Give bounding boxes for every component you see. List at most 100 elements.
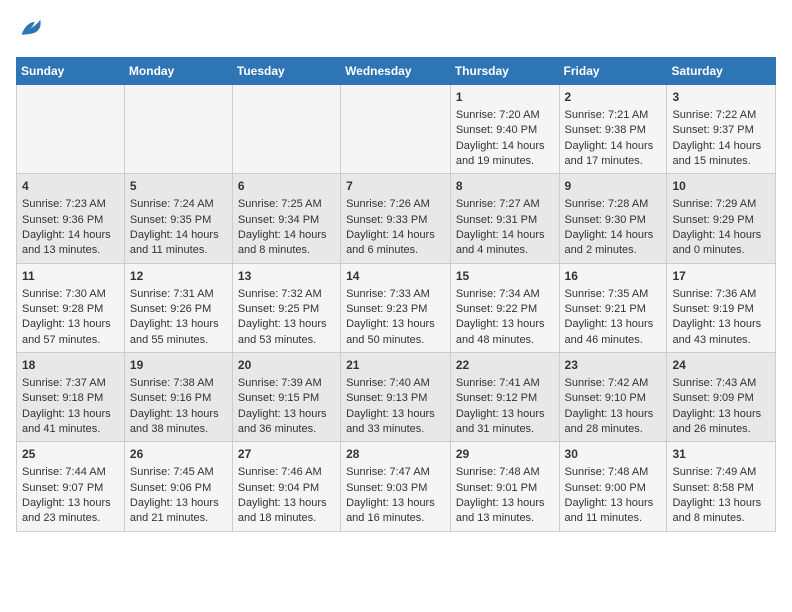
day-info: Sunrise: 7:43 AM Sunset: 9:09 PM Dayligh… (672, 377, 761, 435)
day-info: Sunrise: 7:25 AM Sunset: 9:34 PM Dayligh… (238, 198, 327, 256)
calendar-cell: 12Sunrise: 7:31 AM Sunset: 9:26 PM Dayli… (124, 263, 232, 352)
day-info: Sunrise: 7:36 AM Sunset: 9:19 PM Dayligh… (672, 288, 761, 346)
column-header-monday: Monday (124, 58, 232, 85)
calendar-cell: 9 Sunrise: 7:28 AM Sunset: 9:30 PM Daylig… (559, 174, 667, 263)
day-number: 19 (130, 357, 227, 374)
day-number: 8 (456, 178, 554, 195)
day-info: Sunrise: 7:28 AM Sunset: 9:30 PM Dayligh… (565, 198, 654, 256)
day-number: 25 (22, 446, 119, 463)
calendar-cell: 18 Sunrise: 7:37 AM Sunset: 9:18 PM Dayli… (17, 353, 125, 442)
logo (16, 16, 48, 49)
calendar-cell: 11Sunrise: 7:30 AM Sunset: 9:28 PM Dayli… (17, 263, 125, 352)
day-info: Sunrise: 7:34 AM Sunset: 9:22 PM Dayligh… (456, 288, 545, 346)
day-info: Sunrise: 7:48 AM Sunset: 9:00 PM Dayligh… (565, 466, 654, 524)
day-info: Sunrise: 7:30 AM Sunset: 9:28 PM Dayligh… (22, 288, 111, 346)
calendar-week-row: 18 Sunrise: 7:37 AM Sunset: 9:18 PM Dayli… (17, 353, 776, 442)
column-header-tuesday: Tuesday (232, 58, 340, 85)
calendar-cell: 21Sunrise: 7:40 AM Sunset: 9:13 PM Dayli… (341, 353, 451, 442)
day-info: Sunrise: 7:20 AM Sunset: 9:40 PM Dayligh… (456, 109, 545, 167)
page-header (16, 16, 776, 49)
calendar-cell: 24 Sunrise: 7:43 AM Sunset: 9:09 PM Dayli… (667, 353, 776, 442)
calendar-week-row: 25 Sunrise: 7:44 AM Sunset: 9:07 PM Dayli… (17, 442, 776, 531)
day-number: 9 (565, 178, 662, 195)
calendar-cell: 19Sunrise: 7:38 AM Sunset: 9:16 PM Dayli… (124, 353, 232, 442)
day-info: Sunrise: 7:37 AM Sunset: 9:18 PM Dayligh… (22, 377, 111, 435)
calendar-cell: 4 Sunrise: 7:23 AM Sunset: 9:36 PM Daylig… (17, 174, 125, 263)
calendar-cell: 31Sunrise: 7:49 AM Sunset: 8:58 PM Dayli… (667, 442, 776, 531)
logo-bird-icon (16, 16, 44, 44)
day-info: Sunrise: 7:29 AM Sunset: 9:29 PM Dayligh… (672, 198, 761, 256)
day-number: 27 (238, 446, 335, 463)
day-number: 26 (130, 446, 227, 463)
day-number: 18 (22, 357, 119, 374)
day-info: Sunrise: 7:42 AM Sunset: 9:10 PM Dayligh… (565, 377, 654, 435)
calendar-week-row: 1 Sunrise: 7:20 AM Sunset: 9:40 PM Daylig… (17, 85, 776, 174)
day-number: 12 (130, 268, 227, 285)
calendar-cell (341, 85, 451, 174)
day-number: 14 (346, 268, 445, 285)
calendar-cell: 10 Sunrise: 7:29 AM Sunset: 9:29 PM Dayli… (667, 174, 776, 263)
calendar-cell: 14 Sunrise: 7:33 AM Sunset: 9:23 PM Dayli… (341, 263, 451, 352)
calendar-cell: 30 Sunrise: 7:48 AM Sunset: 9:00 PM Dayli… (559, 442, 667, 531)
day-number: 31 (672, 446, 770, 463)
calendar-cell: 8Sunrise: 7:27 AM Sunset: 9:31 PM Daylig… (450, 174, 559, 263)
calendar-header-row: SundayMondayTuesdayWednesdayThursdayFrid… (17, 58, 776, 85)
day-info: Sunrise: 7:45 AM Sunset: 9:06 PM Dayligh… (130, 466, 219, 524)
day-info: Sunrise: 7:35 AM Sunset: 9:21 PM Dayligh… (565, 288, 654, 346)
calendar-cell: 25 Sunrise: 7:44 AM Sunset: 9:07 PM Dayli… (17, 442, 125, 531)
calendar-cell: 3 Sunrise: 7:22 AM Sunset: 9:37 PM Daylig… (667, 85, 776, 174)
calendar-cell (124, 85, 232, 174)
day-number: 22 (456, 357, 554, 374)
day-info: Sunrise: 7:32 AM Sunset: 9:25 PM Dayligh… (238, 288, 327, 346)
calendar-cell: 16 Sunrise: 7:35 AM Sunset: 9:21 PM Dayli… (559, 263, 667, 352)
calendar-cell: 2 Sunrise: 7:21 AM Sunset: 9:38 PM Daylig… (559, 85, 667, 174)
day-number: 17 (672, 268, 770, 285)
day-number: 28 (346, 446, 445, 463)
day-number: 23 (565, 357, 662, 374)
column-header-wednesday: Wednesday (341, 58, 451, 85)
day-number: 21 (346, 357, 445, 374)
day-info: Sunrise: 7:41 AM Sunset: 9:12 PM Dayligh… (456, 377, 545, 435)
calendar-cell: 6Sunrise: 7:25 AM Sunset: 9:34 PM Daylig… (232, 174, 340, 263)
day-info: Sunrise: 7:44 AM Sunset: 9:07 PM Dayligh… (22, 466, 111, 524)
day-number: 5 (130, 178, 227, 195)
calendar-cell: 29 Sunrise: 7:48 AM Sunset: 9:01 PM Dayli… (450, 442, 559, 531)
column-header-saturday: Saturday (667, 58, 776, 85)
calendar-table: SundayMondayTuesdayWednesdayThursdayFrid… (16, 57, 776, 532)
column-header-friday: Friday (559, 58, 667, 85)
calendar-cell: 13 Sunrise: 7:32 AM Sunset: 9:25 PM Dayli… (232, 263, 340, 352)
day-number: 1 (456, 89, 554, 106)
calendar-cell: 17 Sunrise: 7:36 AM Sunset: 9:19 PM Dayli… (667, 263, 776, 352)
day-info: Sunrise: 7:22 AM Sunset: 9:37 PM Dayligh… (672, 109, 761, 167)
calendar-cell: 27 Sunrise: 7:46 AM Sunset: 9:04 PM Dayli… (232, 442, 340, 531)
day-number: 16 (565, 268, 662, 285)
day-info: Sunrise: 7:33 AM Sunset: 9:23 PM Dayligh… (346, 288, 435, 346)
day-number: 2 (565, 89, 662, 106)
day-info: Sunrise: 7:39 AM Sunset: 9:15 PM Dayligh… (238, 377, 327, 435)
calendar-cell: 1 Sunrise: 7:20 AM Sunset: 9:40 PM Daylig… (450, 85, 559, 174)
day-info: Sunrise: 7:48 AM Sunset: 9:01 PM Dayligh… (456, 466, 545, 524)
calendar-cell (17, 85, 125, 174)
calendar-cell: 7Sunrise: 7:26 AM Sunset: 9:33 PM Daylig… (341, 174, 451, 263)
day-number: 4 (22, 178, 119, 195)
calendar-cell: 26 Sunrise: 7:45 AM Sunset: 9:06 PM Dayli… (124, 442, 232, 531)
day-number: 10 (672, 178, 770, 195)
day-number: 30 (565, 446, 662, 463)
day-info: Sunrise: 7:47 AM Sunset: 9:03 PM Dayligh… (346, 466, 435, 524)
calendar-week-row: 4 Sunrise: 7:23 AM Sunset: 9:36 PM Daylig… (17, 174, 776, 263)
day-info: Sunrise: 7:46 AM Sunset: 9:04 PM Dayligh… (238, 466, 327, 524)
calendar-cell: 22 Sunrise: 7:41 AM Sunset: 9:12 PM Dayli… (450, 353, 559, 442)
day-number: 3 (672, 89, 770, 106)
day-number: 13 (238, 268, 335, 285)
day-info: Sunrise: 7:21 AM Sunset: 9:38 PM Dayligh… (565, 109, 654, 167)
day-number: 24 (672, 357, 770, 374)
calendar-cell: 15Sunrise: 7:34 AM Sunset: 9:22 PM Dayli… (450, 263, 559, 352)
calendar-cell (232, 85, 340, 174)
day-number: 29 (456, 446, 554, 463)
column-header-sunday: Sunday (17, 58, 125, 85)
calendar-cell: 28 Sunrise: 7:47 AM Sunset: 9:03 PM Dayli… (341, 442, 451, 531)
day-info: Sunrise: 7:24 AM Sunset: 9:35 PM Dayligh… (130, 198, 219, 256)
day-info: Sunrise: 7:23 AM Sunset: 9:36 PM Dayligh… (22, 198, 111, 256)
day-info: Sunrise: 7:26 AM Sunset: 9:33 PM Dayligh… (346, 198, 435, 256)
column-header-thursday: Thursday (450, 58, 559, 85)
